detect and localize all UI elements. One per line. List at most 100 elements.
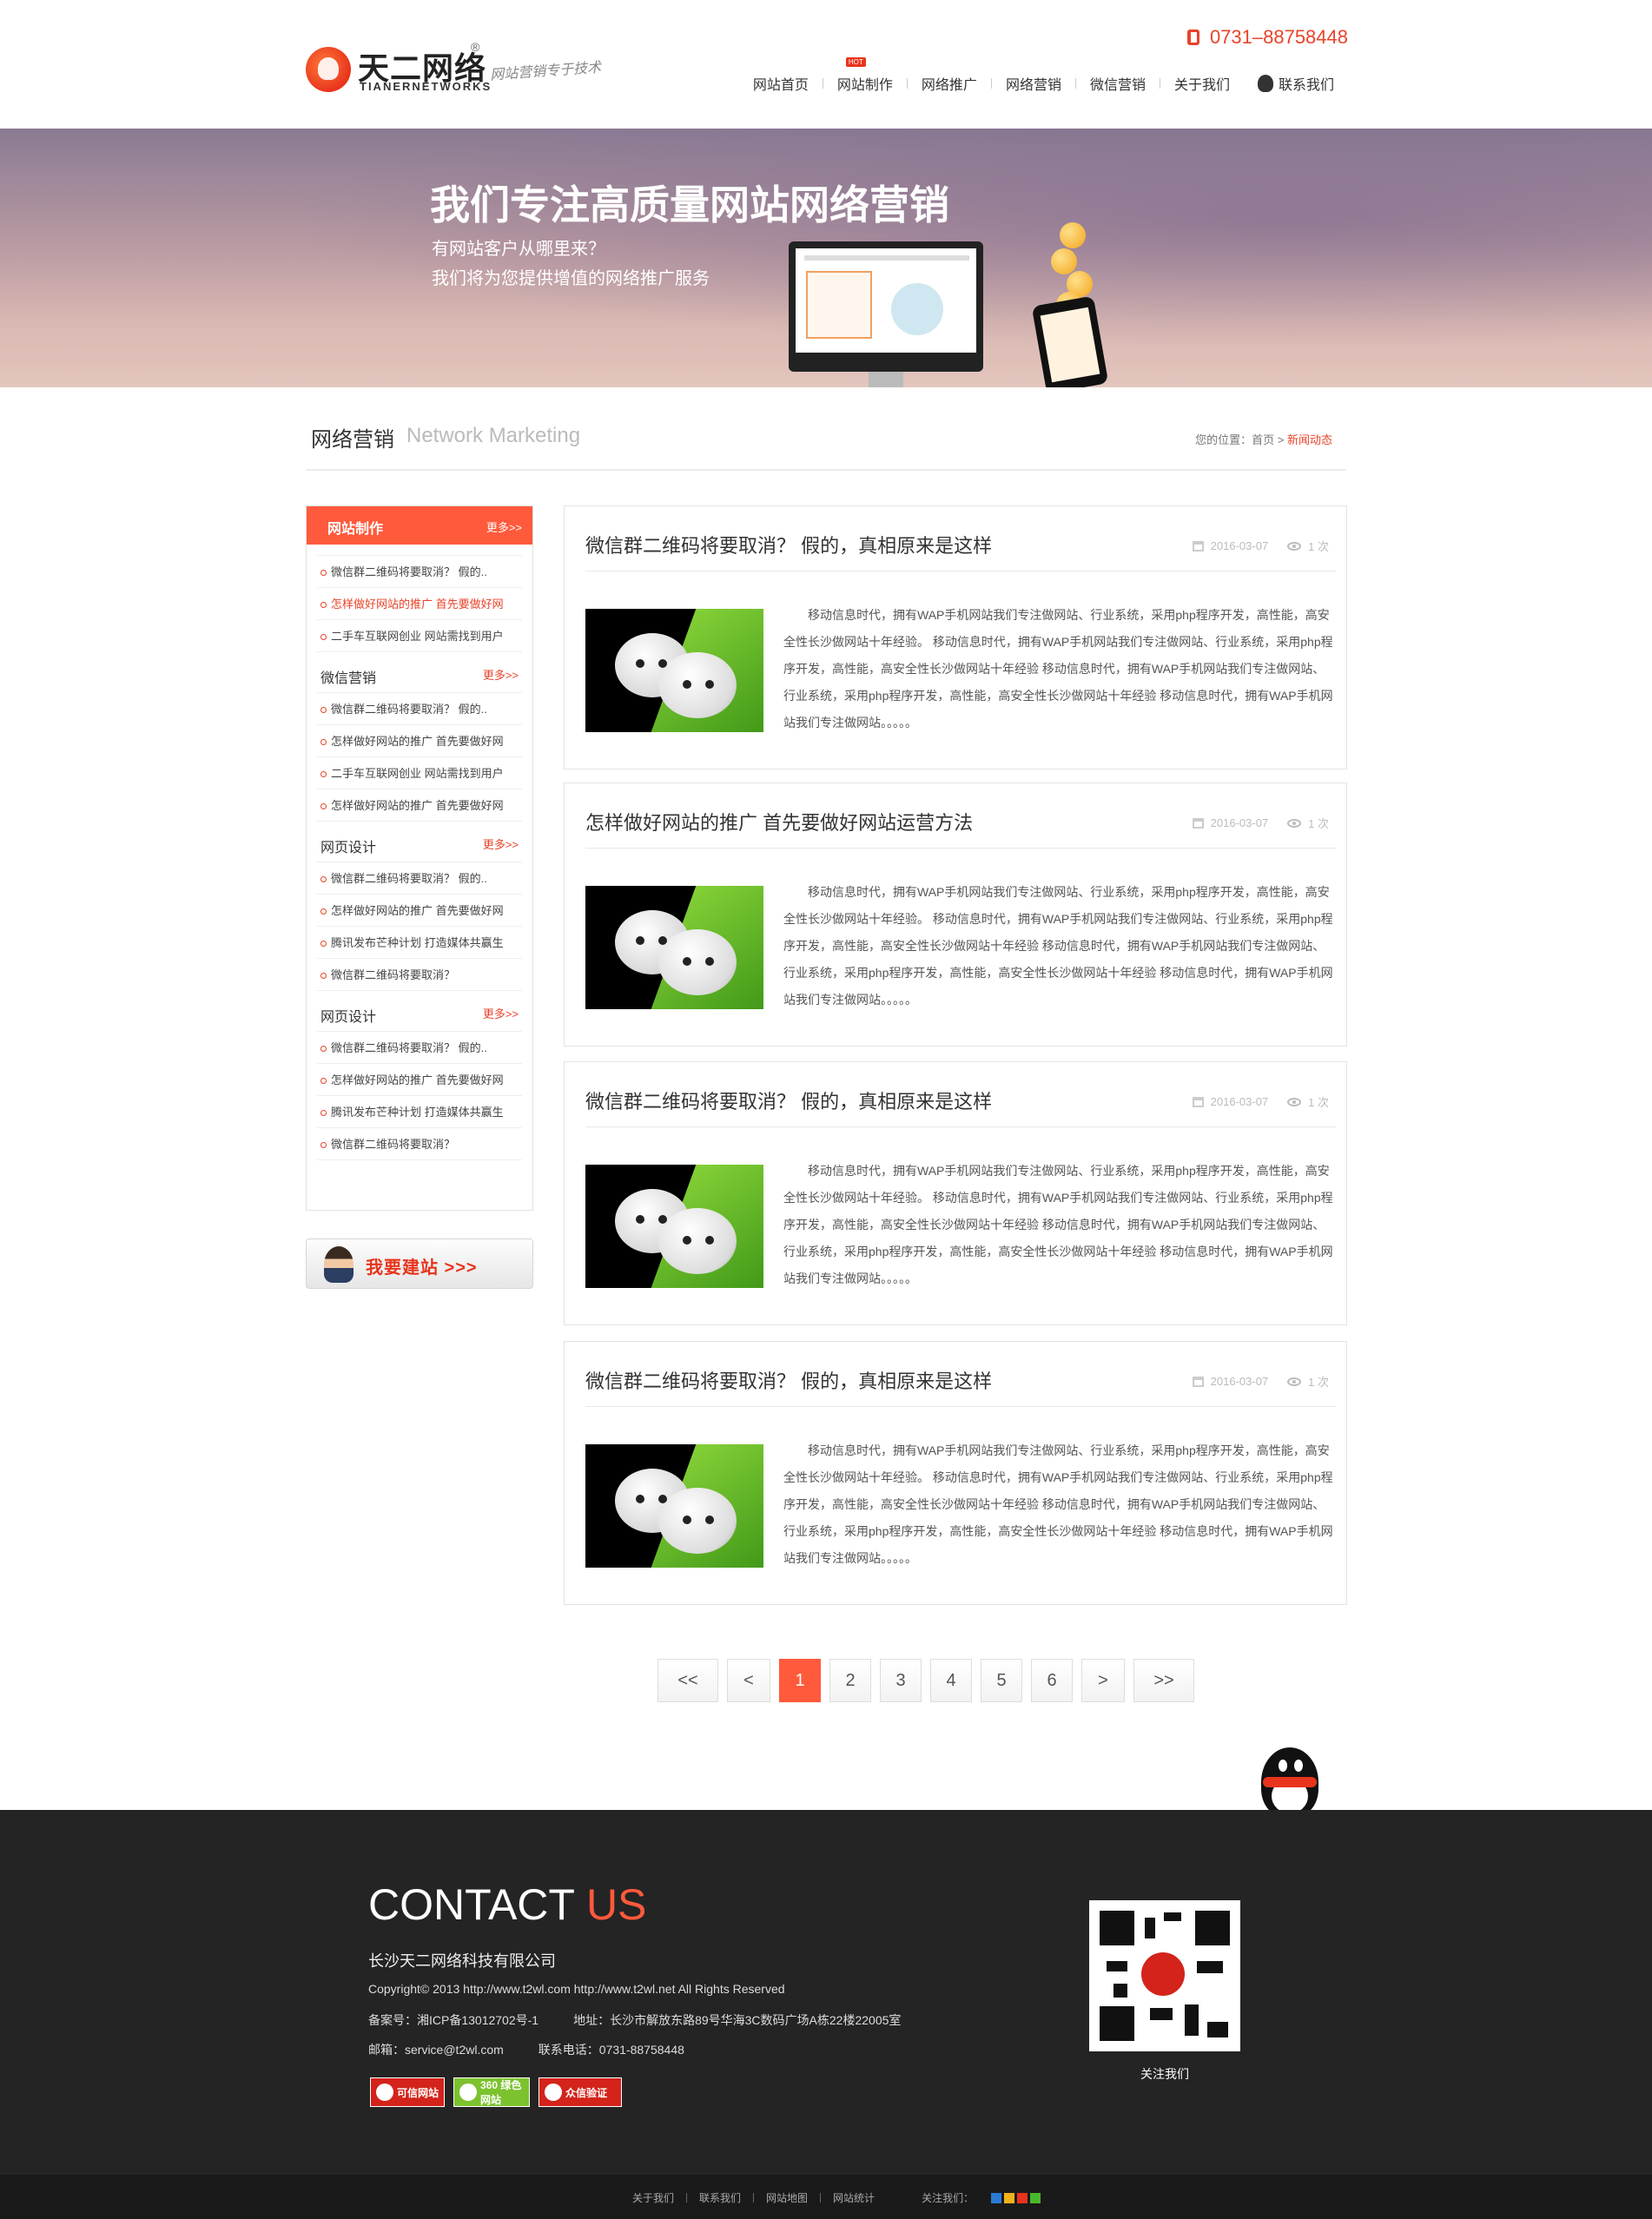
qq-penguin-icon[interactable] bbox=[1246, 1747, 1332, 1817]
sidebar-link[interactable]: 怎样做好网站的推广 首先要做好网 bbox=[317, 725, 522, 757]
icp-number: 备案号：湘ICP备13012702号-1 bbox=[368, 2013, 539, 2027]
nav-contact[interactable]: 联系我们 bbox=[1244, 73, 1348, 94]
link-divider bbox=[753, 2193, 755, 2202]
eye-icon bbox=[1287, 1377, 1302, 1386]
sidebar-group: 网页设计 更多>> 微信群二维码将要取消？ 假的.. 怎样做好网站的推广 首先要… bbox=[307, 991, 532, 1160]
article-thumbnail[interactable] bbox=[585, 609, 763, 732]
sidebar-link[interactable]: 二手车互联网创业 网站需找到用户 bbox=[317, 757, 522, 789]
footer-info-line: 邮箱：service@t2wl.com 联系电话：0731-88758448 bbox=[368, 2041, 684, 2058]
sidebar-link[interactable]: 腾讯发布芒种计划 打造媒体共赢生 bbox=[317, 927, 522, 959]
eye-icon bbox=[1287, 541, 1302, 551]
article-thumbnail[interactable] bbox=[585, 1444, 763, 1568]
build-site-button[interactable]: 我要建站 >>> bbox=[306, 1238, 533, 1289]
share-plus-icon[interactable] bbox=[991, 2192, 1002, 2203]
next-page-button[interactable]: > bbox=[1081, 1659, 1125, 1702]
article-views: 1 次 bbox=[1308, 817, 1329, 830]
more-link[interactable]: 更多>> bbox=[483, 666, 519, 683]
wechat-icon[interactable] bbox=[1030, 2192, 1041, 2203]
more-link[interactable]: 更多>> bbox=[483, 1005, 519, 1021]
more-link[interactable]: 更多>> bbox=[486, 518, 522, 535]
article-title[interactable]: 微信群二维码将要取消？ 假的，真相原来是这样 bbox=[585, 1366, 992, 1394]
sidebar-head: 网站制作 更多>> bbox=[307, 506, 532, 545]
page-button-current[interactable]: 1 bbox=[779, 1659, 821, 1702]
footer-link-stats[interactable]: 网站统计 bbox=[833, 2190, 875, 2205]
divider bbox=[585, 1126, 1336, 1127]
registered-mark: ® bbox=[471, 40, 480, 54]
qr-code bbox=[1089, 1900, 1240, 2051]
page-button[interactable]: 4 bbox=[930, 1659, 972, 1702]
article-title[interactable]: 微信群二维码将要取消？ 假的，真相原来是这样 bbox=[585, 531, 992, 558]
nav-wechat[interactable]: 微信营销 bbox=[1076, 73, 1160, 94]
nav-about[interactable]: 关于我们 bbox=[1160, 73, 1244, 94]
article-date: 2016-03-07 bbox=[1210, 816, 1269, 829]
page-button[interactable]: 5 bbox=[981, 1659, 1022, 1702]
article-thumbnail[interactable] bbox=[585, 886, 763, 1009]
page-button[interactable]: 6 bbox=[1031, 1659, 1073, 1702]
weibo-icon[interactable] bbox=[1017, 2192, 1028, 2203]
article-excerpt: 移动信息时代，拥有WAP手机网站我们专注做网站、行业系统，采用php程序开发，高… bbox=[783, 1443, 1333, 1565]
banner-title: 我们专注高质量网站网络营销 bbox=[430, 182, 949, 228]
nav-marketing[interactable]: 网络营销 bbox=[992, 73, 1075, 94]
sidebar-link[interactable]: 微信群二维码将要取消？ bbox=[317, 959, 522, 991]
sidebar-link[interactable]: 怎样做好网站的推广 首先要做好网 bbox=[317, 588, 522, 620]
prev-page-button[interactable]: < bbox=[727, 1659, 770, 1702]
hotline-number: 0731–88758448 bbox=[1209, 26, 1348, 48]
sidebar-link[interactable]: 腾讯发布芒种计划 打造媒体共赢生 bbox=[317, 1096, 522, 1128]
hotline: 0731–88758448 bbox=[1186, 26, 1348, 49]
site-footer: CONTACT US 长沙天二网络科技有限公司 Copyright© 2013 … bbox=[0, 1810, 1652, 2175]
breadcrumb-prefix[interactable]: 您的位置：首页 > bbox=[1195, 433, 1287, 446]
article-excerpt: 移动信息时代，拥有WAP手机网站我们专注做网站、行业系统，采用php程序开发，高… bbox=[783, 1164, 1333, 1285]
footer-link-about[interactable]: 关于我们 bbox=[632, 2190, 674, 2205]
page-button[interactable]: 2 bbox=[829, 1659, 871, 1702]
share-label: 关注我们： bbox=[922, 2192, 975, 2204]
qr-caption: 关注我们 bbox=[1140, 2067, 1189, 2081]
sidebar-link[interactable]: 怎样做好网站的推广 首先要做好网 bbox=[317, 789, 522, 822]
link-divider bbox=[820, 2193, 822, 2202]
avatar bbox=[324, 1246, 354, 1283]
copyright: Copyright© 2013 http://www.t2wl.com http… bbox=[368, 1982, 785, 1996]
nav-promotion[interactable]: 网络推广 bbox=[908, 73, 991, 94]
phone-illustration bbox=[1031, 295, 1109, 387]
sidebar-list: 微信群二维码将要取消？ 假的.. 怎样做好网站的推广 首先要做好网 腾讯发布芒种… bbox=[317, 862, 522, 991]
site-header: 天二网络 TIANERNETWORKS ® 网站营销专于技术 0731–8875… bbox=[0, 0, 1652, 129]
article-title[interactable]: 怎样做好网站的推广 首先要做好网站运营方法 bbox=[585, 808, 973, 835]
trust-badges: 可信网站 360 绿色网站 众信验证 bbox=[370, 2077, 622, 2107]
trusted-site-badge[interactable]: 可信网站 bbox=[370, 2077, 445, 2107]
article-meta: 2016-03-07 1 次 bbox=[1192, 1373, 1329, 1390]
calendar-icon bbox=[1192, 540, 1204, 551]
footer-link-sitemap[interactable]: 网站地图 bbox=[766, 2190, 808, 2205]
sidebar-link[interactable]: 怎样做好网站的推广 首先要做好网 bbox=[317, 1064, 522, 1096]
group-title[interactable]: 微信营销 bbox=[320, 666, 376, 687]
article-meta: 2016-03-07 1 次 bbox=[1192, 1093, 1329, 1110]
article-excerpt: 移动信息时代，拥有WAP手机网站我们专注做网站、行业系统，采用php程序开发，高… bbox=[783, 608, 1333, 730]
site-logo[interactable]: 天二网络 TIANERNETWORKS ® 网站营销专于技术 bbox=[306, 40, 627, 104]
last-page-button[interactable]: >> bbox=[1133, 1659, 1194, 1702]
qzone-icon[interactable] bbox=[1004, 2192, 1015, 2203]
page-button[interactable]: 3 bbox=[880, 1659, 922, 1702]
sidebar-link[interactable]: 怎样做好网站的推广 首先要做好网 bbox=[317, 895, 522, 927]
sidebar-link[interactable]: 微信群二维码将要取消？ bbox=[317, 1128, 522, 1160]
footer-link-contact[interactable]: 联系我们 bbox=[699, 2190, 741, 2205]
sidebar-group-title: 微信营销 更多>> bbox=[317, 652, 522, 692]
sidebar-link[interactable]: 微信群二维码将要取消？ 假的.. bbox=[317, 862, 522, 895]
sidebar-link[interactable]: 微信群二维码将要取消？ 假的.. bbox=[317, 556, 522, 588]
sidebar-link[interactable]: 微信群二维码将要取消？ 假的.. bbox=[317, 1032, 522, 1064]
calendar-icon bbox=[1192, 1096, 1204, 1107]
group-title[interactable]: 网页设计 bbox=[320, 835, 376, 856]
divider bbox=[585, 1406, 1336, 1407]
group-title[interactable]: 网页设计 bbox=[320, 1005, 376, 1026]
sidebar-head-title[interactable]: 网站制作 bbox=[327, 517, 383, 538]
verification-badge[interactable]: 众信验证 bbox=[539, 2077, 622, 2107]
article-thumbnail[interactable] bbox=[585, 1165, 763, 1288]
more-link[interactable]: 更多>> bbox=[483, 835, 519, 852]
nav-home[interactable]: 网站首页 bbox=[739, 73, 823, 94]
logo-slogan: 网站营销专于技术 bbox=[489, 58, 602, 83]
email[interactable]: 邮箱：service@t2wl.com bbox=[368, 2043, 504, 2057]
sidebar-list: 微信群二维码将要取消？ 假的.. 怎样做好网站的推广 首先要做好网 腾讯发布芒种… bbox=[317, 1031, 522, 1160]
first-page-button[interactable]: << bbox=[657, 1659, 718, 1702]
sidebar-link[interactable]: 二手车互联网创业 网站需找到用户 bbox=[317, 620, 522, 652]
article-title[interactable]: 微信群二维码将要取消？ 假的，真相原来是这样 bbox=[585, 1086, 992, 1114]
nav-web-design[interactable]: HOT 网站制作 bbox=[823, 57, 907, 94]
green-site-badge[interactable]: 360 绿色网站 bbox=[453, 2077, 530, 2107]
sidebar-link[interactable]: 微信群二维码将要取消？ 假的.. bbox=[317, 693, 522, 725]
